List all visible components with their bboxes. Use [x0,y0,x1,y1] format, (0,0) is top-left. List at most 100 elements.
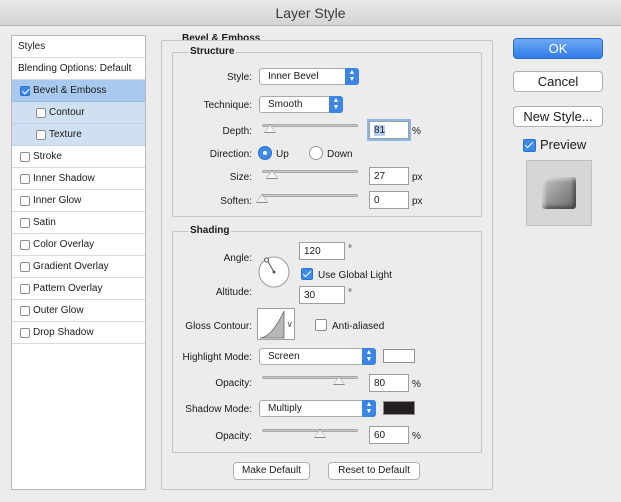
soften-value: 0 [374,195,380,206]
ok-button[interactable]: OK [513,38,603,59]
style-item-label: Drop Shadow [33,327,94,338]
chevron-updown-icon: ▲ ▼ [362,348,376,365]
altitude-field[interactable]: 30 [299,286,345,304]
angle-field[interactable]: 120 [299,242,345,260]
style-label: Style: [226,72,252,83]
direction-down-label: Down [327,149,353,160]
style-item-contour[interactable]: Contour [12,102,145,124]
style-item-label: Inner Shadow [33,173,95,184]
new-style-button[interactable]: New Style... [513,106,603,127]
style-item-color-overlay[interactable]: Color Overlay [12,234,145,256]
style-item-label: Gradient Overlay [33,261,109,272]
style-item-checkbox[interactable] [20,218,30,228]
size-label: Size: [229,172,252,183]
style-item-checkbox[interactable] [20,86,30,96]
cancel-button[interactable]: Cancel [513,71,603,92]
shadow-mode-select[interactable]: Multiply ▲ ▼ [259,400,376,417]
gloss-contour-picker[interactable]: ∨ [257,308,295,340]
highlight-opacity-value: 80 [374,378,386,389]
structure-legend: Structure [188,46,237,57]
style-item-satin[interactable]: Satin [12,212,145,234]
reset-to-default-button[interactable]: Reset to Default [328,462,420,480]
soften-slider-track[interactable] [262,194,358,197]
size-slider-thumb[interactable] [266,170,279,179]
preview-label: Preview [540,137,587,152]
anti-aliased-checkbox[interactable] [315,319,327,331]
style-item-inner-glow[interactable]: Inner Glow [12,190,145,212]
styles-header[interactable]: Styles [12,36,145,58]
soften-field[interactable]: 0 [369,191,409,209]
style-item-drop-shadow[interactable]: Drop Shadow [12,322,145,344]
highlight-mode-select[interactable]: Screen ▲ ▼ [259,348,376,365]
depth-slider-thumb[interactable] [263,124,276,133]
global-light-label: Use Global Light [318,270,392,281]
depth-label: Depth: [222,126,252,137]
direction-up-label: Up [276,149,289,160]
style-item-texture[interactable]: Texture [12,124,145,146]
chevron-updown-icon: ▲ ▼ [345,68,359,85]
style-item-label: Texture [49,129,82,140]
highlight-opacity-slider-thumb[interactable] [332,376,345,385]
styles-header-label: Styles [18,41,46,52]
style-item-checkbox[interactable] [20,284,30,294]
angle-dial-icon [258,256,290,288]
size-value: 27 [374,171,386,182]
style-item-checkbox[interactable] [20,196,30,206]
style-item-checkbox[interactable] [36,108,46,118]
highlight-color-swatch[interactable] [383,349,415,363]
direction-up-radio[interactable] [258,146,272,160]
style-item-checkbox[interactable] [20,240,30,250]
size-unit: px [412,172,423,183]
style-value: Inner Bevel [268,71,319,82]
style-item-checkbox[interactable] [20,328,30,338]
style-item-checkbox[interactable] [20,306,30,316]
style-item-label: Pattern Overlay [33,283,103,294]
shadow-opacity-slider-thumb[interactable] [313,429,326,438]
shadow-opacity-slider-track[interactable] [262,429,358,432]
depth-field[interactable]: 81 [369,121,409,139]
direction-label: Direction: [209,149,252,160]
style-item-label: Outer Glow [33,305,84,316]
contour-curve-icon [259,310,285,339]
angle-label: Angle: [223,253,252,264]
style-item-label: Satin [33,217,56,228]
window-title: Layer Style [275,5,346,21]
soften-slider-thumb[interactable] [256,194,268,203]
bevel-preview-square [542,177,576,209]
shadow-opacity-field[interactable]: 60 [369,426,409,444]
blending-options-item[interactable]: Blending Options: Default [12,58,145,80]
technique-select[interactable]: Smooth ▲ ▼ [259,96,343,113]
style-select[interactable]: Inner Bevel ▲ ▼ [259,68,359,85]
depth-unit: % [412,126,421,137]
style-item-label: Inner Glow [33,195,82,206]
style-item-outer-glow[interactable]: Outer Glow [12,300,145,322]
highlight-opacity-field[interactable]: 80 [369,374,409,392]
style-item-gradient-overlay[interactable]: Gradient Overlay [12,256,145,278]
depth-value: 81 [374,125,386,136]
style-item-checkbox[interactable] [20,262,30,272]
style-item-checkbox[interactable] [36,130,46,140]
style-item-label: Stroke [33,151,62,162]
blending-options-label: Blending Options: Default [18,63,132,74]
depth-slider-track[interactable] [262,124,358,127]
technique-value: Smooth [268,99,303,110]
style-item-checkbox[interactable] [20,174,30,184]
soften-label: Soften: [220,196,252,207]
style-item-stroke[interactable]: Stroke [12,146,145,168]
style-item-bevel-emboss[interactable]: Bevel & Emboss [12,80,145,102]
altitude-value: 30 [304,290,316,301]
style-item-inner-shadow[interactable]: Inner Shadow [12,168,145,190]
anti-aliased-label: Anti-aliased [332,321,385,332]
chevron-updown-icon: ▲ ▼ [362,400,376,417]
make-default-button[interactable]: Make Default [233,462,310,480]
direction-down-radio[interactable] [309,146,323,160]
style-item-pattern-overlay[interactable]: Pattern Overlay [12,278,145,300]
size-field[interactable]: 27 [369,167,409,185]
angle-value: 120 [304,246,321,257]
global-light-checkbox[interactable] [301,268,313,280]
angle-dial[interactable] [258,256,290,288]
preview-checkbox[interactable] [523,139,536,152]
style-item-checkbox[interactable] [20,152,30,162]
technique-label: Technique: [203,100,252,111]
shadow-color-swatch[interactable] [383,401,415,415]
